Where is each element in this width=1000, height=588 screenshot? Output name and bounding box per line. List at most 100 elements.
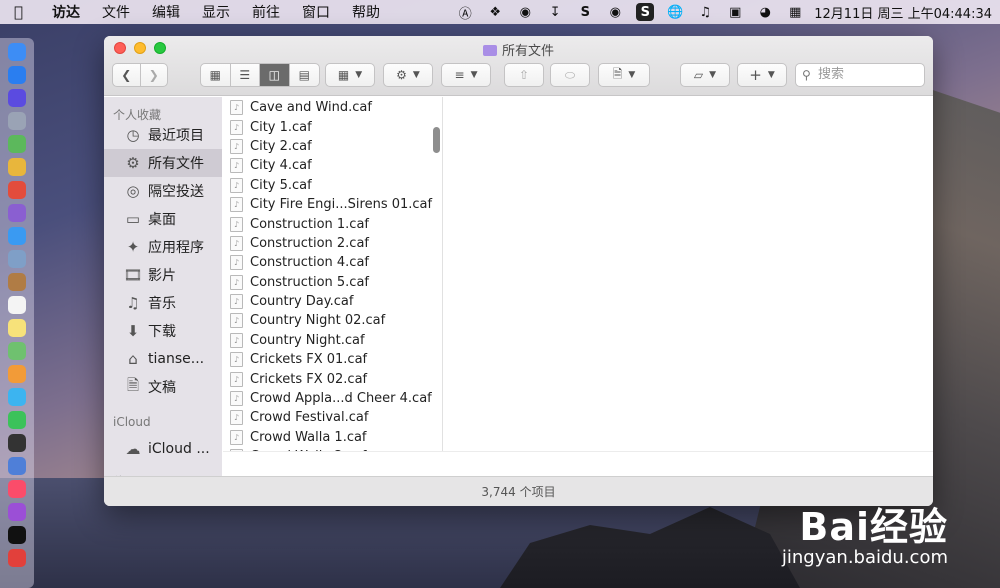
file-row[interactable]: ♪ City 4.caf [223,156,442,175]
file-row[interactable]: ♪ City 5.caf [223,176,442,195]
dock-podcasts-icon[interactable] [8,503,26,521]
dock-maps-icon[interactable] [8,342,26,360]
globe-icon[interactable]: 🌐 [666,3,684,21]
list-view-button[interactable]: ☰ [231,64,260,86]
audio-file-icon: ♪ [230,216,243,232]
file-row[interactable]: ♪ Cave and Wind.caf [223,98,442,117]
share-button[interactable]: ⇧ [504,63,544,87]
file-row[interactable]: ♪ City 2.caf [223,137,442,156]
extension-button[interactable]: ▱ ▼ [680,63,730,87]
status-a-icon[interactable]: Ⓐ [456,3,474,22]
menu-app-name[interactable]: 访达 [52,2,80,22]
sidebar-item-airdrop[interactable]: ◎ 隔空投送 [104,177,222,205]
file-row[interactable]: ♪ Crowd Appla...d Cheer 4.caf [223,389,442,408]
file-row[interactable]: ♪ Construction 5.caf [223,273,442,292]
sidebar-item-all-files[interactable]: ⚙ 所有文件 [104,149,222,177]
tag-button[interactable]: ⬭ [550,63,590,87]
sidebar-item-desktop[interactable]: ▭ 桌面 [104,205,222,233]
dock-siri-icon[interactable] [8,89,26,107]
menu-file[interactable]: 文件 [102,2,130,22]
forward-button[interactable]: ❯ [141,64,168,86]
dock-messages-icon[interactable] [8,388,26,406]
action-button[interactable]: ⚙ ▼ [383,63,433,87]
menu-view[interactable]: 显示 [202,2,230,22]
sogou-s-icon[interactable]: S [636,3,655,21]
sidebar-item-movies[interactable]: 🎞 影片 [104,261,222,289]
menu-go[interactable]: 前往 [252,2,280,22]
file-row[interactable]: ♪ Construction 2.caf [223,234,442,253]
dock-facetime-icon[interactable] [8,411,26,429]
back-button[interactable]: ❮ [113,64,141,86]
sidebar-item-downloads[interactable]: ⬇ 下载 [104,317,222,345]
dock-notes-icon[interactable] [8,319,26,337]
vertical-scrollbar[interactable] [433,127,440,153]
menu-edit[interactable]: 编辑 [152,2,180,22]
sidebar-item-documents[interactable]: 🗎 文稿 [104,373,222,401]
group-grid-icon: ▦ [337,68,350,82]
dock-downloads-icon[interactable] [8,457,26,475]
dock-music-icon[interactable] [8,480,26,498]
file-name: City 5.caf [250,177,312,193]
sidebar-item-home[interactable]: ⌂ tianse... [104,345,222,373]
sidebar-icloud-header: iCloud [113,415,151,429]
dock-preview-icon[interactable] [8,250,26,268]
sidebar-item-label: 桌面 [148,212,176,228]
sidebar-item-recents[interactable]: ◷ 最近项目 [104,121,222,149]
dock-finder-icon[interactable] [8,43,26,61]
dock-photos-icon[interactable] [8,365,26,383]
file-row[interactable]: ♪ City Fire Engi...Sirens 01.caf [223,195,442,214]
dock-app-red-icon[interactable] [8,181,26,199]
horizontal-scroll-area [223,451,933,476]
menu-window[interactable]: 窗口 [302,2,330,22]
sidebar-locations-header: 位置 [104,463,222,476]
gallery-view-button[interactable]: ▤ [290,64,319,86]
dock-vivaldi-icon[interactable] [8,549,26,567]
file-row[interactable]: ♪ Construction 1.caf [223,214,442,233]
gitlab-fox-icon[interactable]: ❖ [486,3,504,21]
menubar-clock[interactable]: 12月11日 周三 上午04:44:34 [814,3,992,22]
file-row[interactable]: ♪ Crowd Festival.caf [223,408,442,427]
download-tray-icon[interactable]: ↧ [546,3,564,21]
cloud-icon: ☁ [125,440,141,458]
s-app-icon[interactable]: S [576,3,594,21]
sidebar-item-applications[interactable]: ✦ 应用程序 [104,233,222,261]
music-note-icon[interactable]: ♫ [696,3,714,21]
file-row[interactable]: ♪ Country Night 02.caf [223,311,442,330]
add-button[interactable]: + ▼ [737,63,787,87]
display-icon[interactable]: ▣ [726,3,744,21]
file-row[interactable]: ♪ City 1.caf [223,117,442,136]
sidebar-item-icloud-drive[interactable]: ☁ iCloud ... [104,435,222,463]
sidebar-item-music[interactable]: ♫ 音乐 [104,289,222,317]
column-view-button[interactable]: ◫ [260,64,290,86]
dock-app-purple-icon[interactable] [8,204,26,222]
file-row[interactable]: ♪ Crickets FX 02.caf [223,369,442,388]
menu-help[interactable]: 帮助 [352,2,380,22]
gear-icon: ⚙ [126,154,140,172]
apple-menu-icon[interactable]:  [14,3,32,21]
dock-notes-wood-icon[interactable] [8,273,26,291]
calendar-icon[interactable]: ▦ [786,3,804,21]
dock-chrome-icon[interactable] [8,158,26,176]
file-row[interactable]: ♪ Country Night.caf [223,331,442,350]
dock-tv-icon[interactable] [8,526,26,544]
speedometer-icon[interactable]: ◕ [756,3,774,21]
dock-launchpad-icon[interactable] [8,112,26,130]
file-row[interactable]: ♪ Crickets FX 01.caf [223,350,442,369]
dock-appstore-icon[interactable] [8,66,26,84]
dock-calendar-icon[interactable] [8,296,26,314]
group-button[interactable]: ▦ ▼ [325,63,375,87]
new-document-button[interactable]: 🗎 ▼ [598,63,650,87]
dock-android-icon[interactable] [8,135,26,153]
sort-button[interactable]: ≡ ▼ [441,63,491,87]
file-name: Crowd Appla...d Cheer 4.caf [250,391,432,407]
ghost-icon[interactable]: ◉ [606,3,624,21]
dock-clock-icon[interactable] [8,434,26,452]
file-row[interactable]: ♪ Crowd Walla 1.caf [223,428,442,447]
vpn-globe-icon[interactable]: ◉ [516,3,534,21]
documents-icon: 🗎 [126,375,140,394]
search-field[interactable]: ⚲ 搜索 [795,63,925,87]
file-row[interactable]: ♪ Construction 4.caf [223,253,442,272]
file-row[interactable]: ♪ Country Day.caf [223,292,442,311]
icon-view-button[interactable]: ▦ [201,64,231,86]
dock-safari-icon[interactable] [8,227,26,245]
